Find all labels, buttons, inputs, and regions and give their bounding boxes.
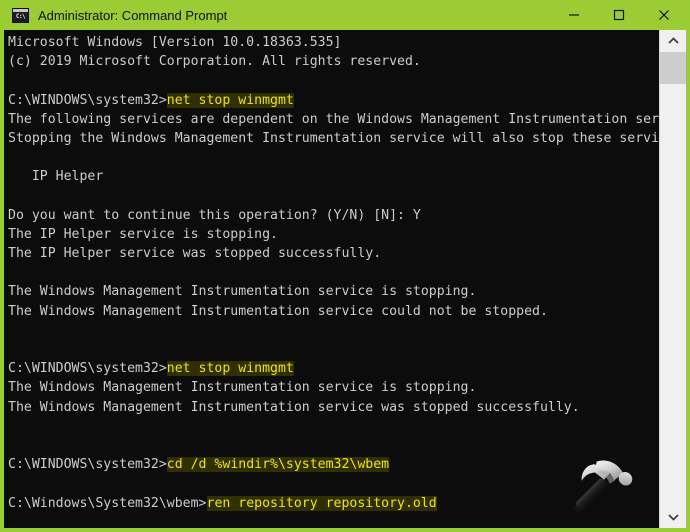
scroll-down-button[interactable] [660,506,686,528]
window-controls [551,0,686,30]
terminal-line: The Windows Management Instrumentation s… [8,380,477,396]
terminal-command: cd /d %windir%\system32\wbem [166,457,390,473]
chevron-up-icon [667,37,679,44]
command-prompt-icon-glyph: C:\ [15,12,26,20]
terminal-command: net stop winmgmt [166,361,294,377]
window-body: Microsoft Windows [Version 10.0.18363.53… [4,30,686,528]
title-bar-left: C:\ Administrator: Command Prompt [4,7,551,23]
terminal-line: C:\Windows\System32\wbem>ren repository … [8,494,659,513]
terminal-line: The IP Helper service was stopped succes… [8,246,382,262]
maximize-icon [613,9,624,21]
maximize-button[interactable] [596,0,641,30]
command-prompt-icon[interactable]: C:\ [12,7,29,23]
terminal-prompt: C:\WINDOWS\system32> [8,457,167,473]
terminal-command: ren repository repository.old [206,495,437,511]
terminal-line: The following services are dependent on … [8,111,659,127]
title-bar[interactable]: C:\ Administrator: Command Prompt [4,0,686,30]
terminal-line: C:\WINDOWS\system32>cd /d %windir%\syste… [8,455,659,474]
terminal-line: Microsoft Windows [Version 10.0.18363.53… [8,35,342,50]
terminal-command: net stop winmgmt [166,92,294,108]
minimize-icon [568,14,579,16]
terminal-prompt: C:\Windows\System32\wbem> [8,495,207,511]
close-icon [658,10,669,20]
terminal-output[interactable]: Microsoft Windows [Version 10.0.18363.53… [4,30,659,528]
terminal-line: The Windows Management Instrumentation s… [8,284,477,300]
terminal-line: C:\WINDOWS\system32>net stop winmgmt [8,359,659,378]
terminal-prompt: C:\WINDOWS\system32> [8,361,167,377]
scrollbar-track[interactable] [660,52,686,506]
chevron-down-icon [667,514,679,521]
scroll-up-button[interactable] [660,30,686,52]
terminal-line: Stopping the Windows Management Instrume… [8,130,659,146]
terminal-line: The Windows Management Instrumentation s… [8,303,548,319]
vertical-scrollbar[interactable] [659,30,686,528]
terminal-line: Do you want to continue this operation? … [8,207,421,223]
window-title: Administrator: Command Prompt [38,7,228,23]
terminal-line: The IP Helper service is stopping. [8,226,278,242]
terminal-line: IP Helper [8,169,104,185]
minimize-button[interactable] [551,0,596,30]
terminal-prompt: C:\WINDOWS\system32> [8,92,167,108]
terminal-line: C:\WINDOWS\system32>net stop winmgmt [8,91,659,110]
terminal-line: The Windows Management Instrumentation s… [8,399,580,415]
scrollbar-thumb[interactable] [660,52,686,84]
close-button[interactable] [641,0,686,30]
terminal-line: (c) 2019 Microsoft Corporation. All righ… [8,54,421,70]
command-prompt-window: C:\ Administrator: Command Prompt Micros… [0,0,690,532]
